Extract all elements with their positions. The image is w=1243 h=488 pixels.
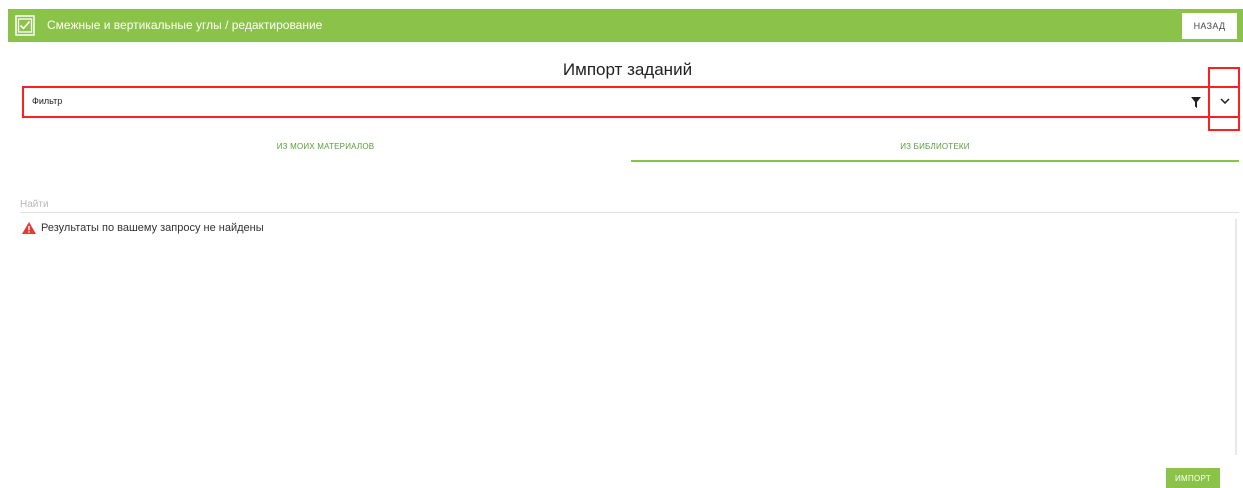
search-input[interactable] <box>20 195 1239 214</box>
warning-triangle-icon <box>22 222 36 234</box>
empty-results-message: Результаты по вашему запросу не найдены <box>41 222 264 234</box>
funnel-icon[interactable] <box>1191 97 1201 108</box>
tab-library[interactable]: ИЗ БИБЛИОТЕКИ <box>631 136 1239 162</box>
filter-expand-toggle[interactable] <box>1208 67 1240 131</box>
tab-my-materials[interactable]: ИЗ МОИХ МАТЕРИАЛОВ <box>20 136 631 162</box>
back-button[interactable]: НАЗАД <box>1182 13 1237 39</box>
header-title: Смежные и вертикальные углы / редактиров… <box>47 18 323 32</box>
header-bar: Смежные и вертикальные углы / редактиров… <box>8 9 1243 42</box>
filter-label: Фильтр <box>32 96 63 106</box>
page-title: Импорт заданий <box>562 60 693 79</box>
search-field <box>20 194 1239 214</box>
results-scrollbar[interactable] <box>1235 219 1237 455</box>
results-area: Результаты по вашему запросу не найдены <box>20 219 1239 459</box>
chevron-down-icon <box>1220 98 1230 104</box>
import-button[interactable]: ИМПОРТ <box>1166 468 1220 488</box>
checkbox-icon <box>15 15 35 36</box>
filter-bar[interactable]: Фильтр <box>22 86 1240 118</box>
